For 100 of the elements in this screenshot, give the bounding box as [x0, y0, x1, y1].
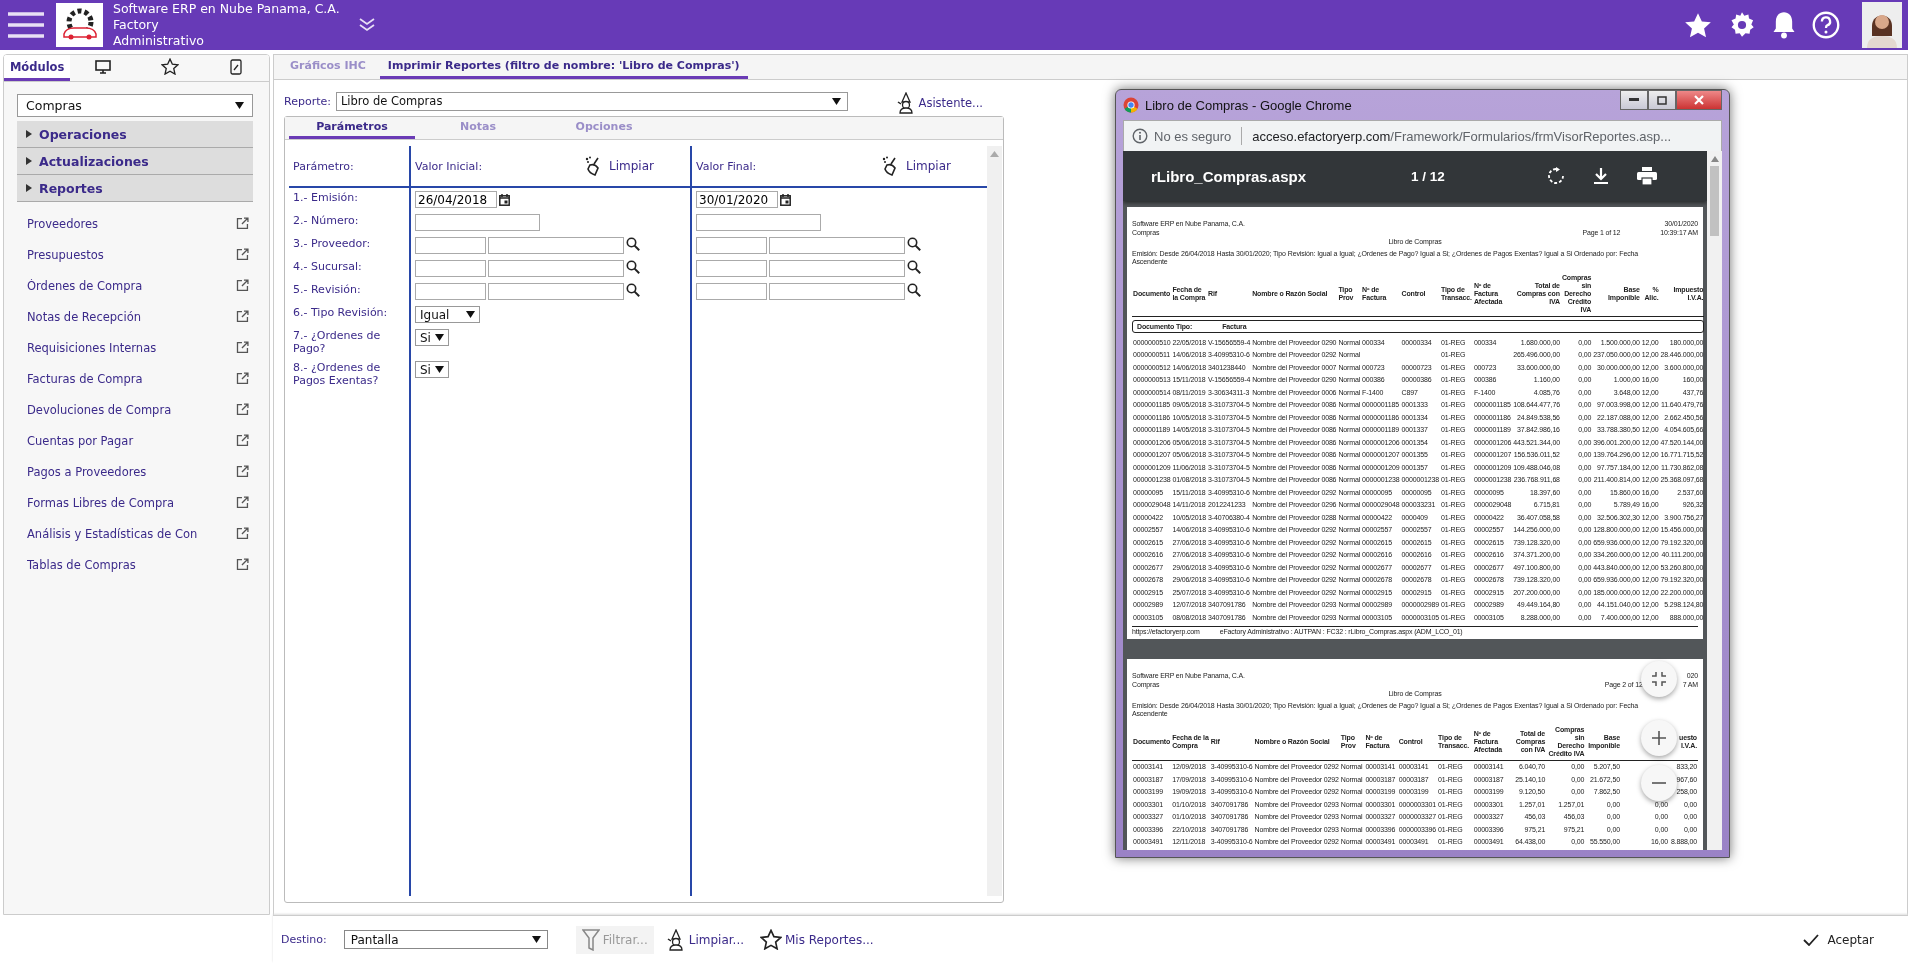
section-header[interactable]: Reportes — [17, 175, 253, 202]
report-dropdown[interactable]: Libro de Compras — [335, 91, 848, 111]
file-name: rLibro_Compras.aspx — [1151, 167, 1308, 185]
menu-link[interactable]: Presupuestos — [27, 239, 249, 270]
module-dropdown[interactable]: Compras — [17, 94, 253, 117]
maximize-button[interactable] — [1648, 90, 1676, 110]
description-field[interactable] — [488, 237, 624, 254]
parameter-label: 1.- Emisión: — [293, 191, 358, 204]
parameter-label: 4.- Sucursal: — [293, 260, 362, 273]
accept-button[interactable]: Aceptar — [1799, 929, 1878, 950]
description-field[interactable] — [488, 260, 624, 277]
calendar-icon[interactable] — [499, 194, 510, 206]
dropdown[interactable]: Igual — [415, 306, 480, 323]
section-header[interactable]: Operaciones — [17, 121, 253, 148]
destination-dropdown[interactable]: Pantalla — [343, 930, 548, 949]
menu-link[interactable]: Devoluciones de Compra — [27, 394, 249, 425]
wizard-icon[interactable] — [665, 928, 686, 951]
search-icon[interactable] — [626, 237, 640, 251]
column-header: Parámetro: — [293, 159, 354, 173]
code-field[interactable] — [696, 237, 767, 254]
external-link-icon[interactable] — [236, 310, 249, 323]
section-header[interactable]: Actualizaciones — [17, 148, 253, 175]
code-field[interactable] — [696, 283, 767, 300]
scrollbar[interactable] — [987, 146, 1002, 896]
close-button[interactable] — [1676, 90, 1722, 110]
wizard-icon[interactable] — [895, 92, 916, 114]
date-field[interactable]: 30/01/2020 — [696, 191, 778, 208]
clear-button[interactable]: Limpiar... — [661, 925, 748, 954]
browser-icon — [1123, 97, 1139, 113]
note-tab[interactable] — [202, 55, 269, 81]
menu-link[interactable]: Tablas de Compras — [27, 549, 249, 580]
help-icon[interactable] — [1812, 11, 1840, 39]
external-link-icon[interactable] — [236, 434, 249, 447]
external-link-icon[interactable] — [236, 496, 249, 509]
minimize-button[interactable] — [1620, 90, 1648, 110]
scrollbar-thumb[interactable] — [1710, 166, 1719, 236]
plus-icon — [1651, 730, 1667, 746]
dropdown[interactable]: Si — [415, 329, 449, 346]
code-field[interactable] — [696, 260, 767, 277]
search-icon[interactable] — [626, 283, 640, 297]
date-field[interactable]: 26/04/2018 — [415, 191, 497, 208]
wizard-button[interactable]: Asistente... — [889, 91, 989, 115]
search-icon[interactable] — [907, 283, 921, 297]
external-link-icon[interactable] — [236, 558, 249, 571]
menu-link[interactable]: Análisis y Estadísticas de Con — [27, 518, 249, 549]
dropdown[interactable]: Si — [415, 361, 449, 378]
info-icon[interactable] — [1132, 128, 1148, 144]
external-link-icon[interactable] — [236, 403, 249, 416]
search-icon[interactable] — [907, 237, 921, 251]
monitor-tab[interactable] — [70, 55, 137, 81]
address-url[interactable]: acceso.efactoryerp.com/Framework/Formularios/frmVisorReportes.asp... — [1252, 128, 1672, 144]
double-chevron-icon[interactable] — [357, 18, 376, 32]
menu-link[interactable]: Facturas de Compra — [27, 363, 249, 394]
menu-link[interactable]: Órdenes de Compra — [27, 270, 249, 301]
description-field[interactable] — [488, 283, 624, 300]
input-field[interactable] — [415, 214, 540, 231]
code-field[interactable] — [415, 283, 486, 300]
print-icon[interactable] — [1637, 167, 1657, 185]
external-link-icon[interactable] — [236, 217, 249, 230]
search-icon[interactable] — [907, 260, 921, 274]
caret-icon — [831, 97, 841, 105]
menu-button[interactable] — [6, 11, 46, 39]
clear-button[interactable]: Limpiar — [876, 155, 957, 177]
bell-icon[interactable] — [1772, 11, 1796, 39]
code-field[interactable] — [415, 237, 486, 254]
download-icon[interactable] — [1593, 167, 1609, 185]
menu-link[interactable]: Pagos a Proveedores — [27, 456, 249, 487]
tab[interactable]: Imprimir Reportes (filtro de nombre: 'Libro de Compras') — [379, 55, 748, 79]
caret-icon — [435, 334, 444, 341]
external-link-icon[interactable] — [236, 527, 249, 540]
maximize-icon — [1657, 95, 1667, 105]
clear-button[interactable]: Limpiar — [579, 155, 660, 177]
input-field[interactable] — [696, 214, 821, 231]
description-field[interactable] — [769, 283, 905, 300]
field-label: Destino: — [281, 933, 327, 946]
scroll-up-icon[interactable] — [1710, 156, 1719, 162]
collapse-arrows-icon — [1651, 671, 1667, 687]
external-link-icon[interactable] — [236, 341, 249, 354]
my-reports-button[interactable]: Mis Reportes... — [756, 926, 878, 953]
description-field[interactable] — [769, 260, 905, 277]
external-link-icon[interactable] — [236, 248, 249, 261]
scrollbar[interactable] — [1707, 151, 1722, 850]
star-icon[interactable] — [1684, 11, 1712, 39]
description-field[interactable] — [769, 237, 905, 254]
external-link-icon[interactable] — [236, 279, 249, 292]
modules-tab[interactable]: Módulos — [4, 55, 71, 81]
tab[interactable]: Parámetros — [289, 117, 415, 139]
code-field[interactable] — [415, 260, 486, 277]
menu-link[interactable]: Cuentas por Pagar — [27, 425, 249, 456]
search-icon[interactable] — [626, 260, 640, 274]
menu-link[interactable]: Notas de Recepción — [27, 301, 249, 332]
rotate-icon[interactable] — [1547, 167, 1565, 185]
menu-link[interactable]: Proveedores — [27, 208, 249, 239]
avatar[interactable] — [1862, 2, 1902, 48]
menu-link[interactable]: Requisiciones Internas — [27, 332, 249, 363]
external-link-icon[interactable] — [236, 465, 249, 478]
external-link-icon[interactable] — [236, 372, 249, 385]
calendar-icon[interactable] — [780, 194, 791, 206]
menu-link[interactable]: Formas Libres de Compra — [27, 487, 249, 518]
caret-icon — [235, 102, 244, 109]
